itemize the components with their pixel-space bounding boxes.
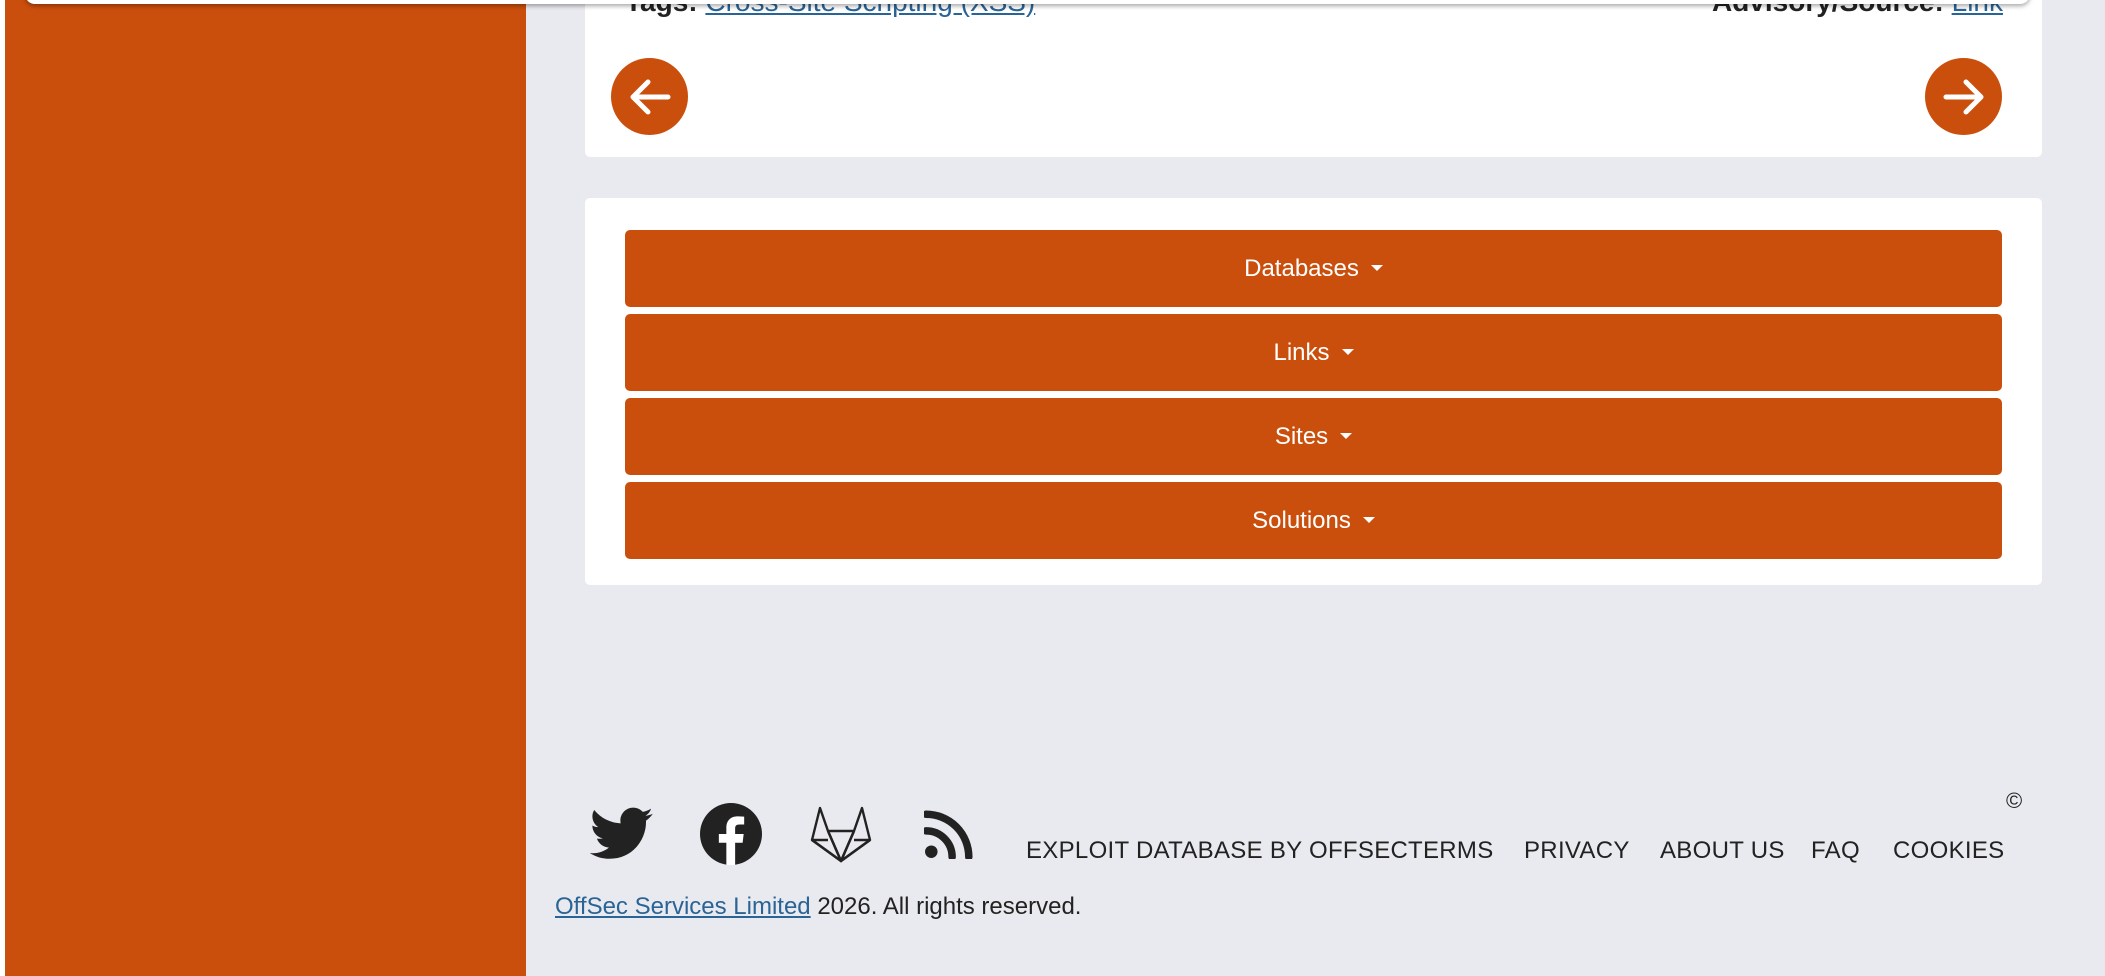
twitter-link[interactable] <box>588 800 656 868</box>
previous-exploit-button[interactable] <box>611 58 688 135</box>
arrow-right-icon <box>1943 79 1983 114</box>
exploit-details-card <box>585 0 2042 157</box>
footer-link-exploit-database[interactable]: EXPLOIT DATABASE BY OFFSEC <box>1026 837 1408 865</box>
footer-link-cookies[interactable]: COOKIES <box>1893 837 2004 865</box>
company-link[interactable]: OffSec Services Limited <box>555 893 811 920</box>
copyright-notice: OffSec Services Limited 2026. All rights… <box>555 893 1081 921</box>
facebook-link[interactable] <box>699 800 763 868</box>
links-dropdown-button[interactable]: Links <box>625 314 2002 391</box>
solutions-label: Solutions <box>1252 506 1351 534</box>
caret-down-icon <box>1362 516 1375 523</box>
footer-link-terms[interactable]: TERMS <box>1408 837 1494 865</box>
copyright-symbol: © <box>2006 788 2023 813</box>
sites-label: Sites <box>1274 422 1329 450</box>
next-exploit-button[interactable] <box>1925 58 2002 135</box>
gitlab-icon <box>810 806 872 863</box>
arrow-left-icon <box>630 79 670 114</box>
links-label: Links <box>1273 338 1330 366</box>
facebook-icon <box>700 803 762 865</box>
caret-down-icon <box>1370 264 1383 271</box>
footer-link-faq[interactable]: FAQ <box>1811 837 1860 865</box>
databases-dropdown-button[interactable]: Databases <box>625 230 2002 307</box>
gitlab-link[interactable] <box>808 800 874 868</box>
footer-link-privacy[interactable]: PRIVACY <box>1524 837 1630 865</box>
solutions-dropdown-button[interactable]: Solutions <box>625 482 2002 559</box>
sidebar <box>5 0 526 976</box>
caret-down-icon <box>1340 432 1353 439</box>
rights-text: 2026. All rights reserved. <box>817 893 1082 920</box>
footer-link-about-us[interactable]: ABOUT US <box>1660 837 1785 865</box>
rss-icon <box>924 810 973 859</box>
rss-link[interactable] <box>922 800 976 868</box>
databases-label: Databases <box>1244 254 1359 282</box>
twitter-icon <box>590 807 653 859</box>
header-bar-shadow <box>25 0 2030 4</box>
sites-dropdown-button[interactable]: Sites <box>625 398 2002 475</box>
caret-down-icon <box>1341 348 1354 355</box>
